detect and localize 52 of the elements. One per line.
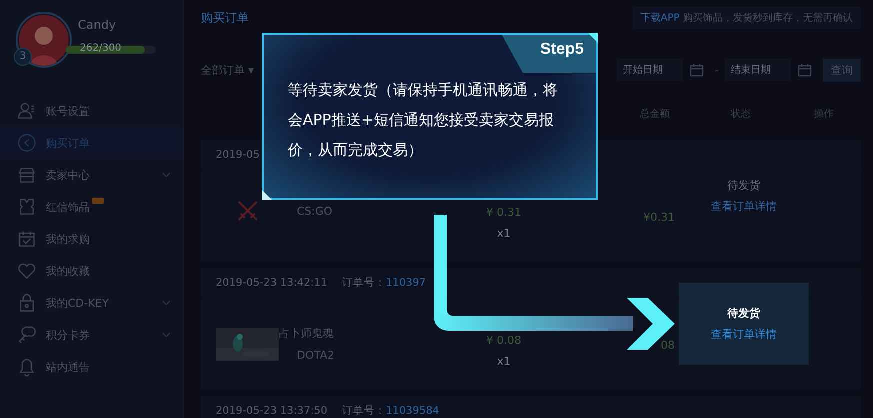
item-name: 占卜师鬼魂: [279, 326, 335, 341]
sidebar-item[interactable]: 我的求购: [0, 223, 183, 255]
download-link[interactable]: 下载APP: [640, 13, 680, 24]
lock-icon: [17, 293, 37, 313]
corner-marker-icon: [588, 33, 598, 43]
quantity: x1: [497, 355, 511, 368]
unit-price: ¥ 0.31: [486, 206, 522, 219]
order-number: 订单号：110397: [342, 276, 426, 290]
quantity: x1: [497, 227, 511, 240]
order-date: 2019-05: [216, 148, 260, 160]
level-badge: 3: [14, 48, 32, 66]
store-icon: [17, 165, 37, 185]
user-name: Candy: [78, 18, 118, 32]
sidebar-item[interactable]: 我的CD-KEY: [0, 287, 183, 319]
sidebar-item[interactable]: 购买订单: [0, 127, 183, 159]
end-date-field[interactable]: 结束日期: [725, 59, 791, 81]
sidebar-item[interactable]: 站内通告: [0, 351, 183, 383]
game-name: DOTA2: [296, 349, 336, 362]
crossed-swords-icon: [236, 199, 260, 223]
key-icon: [17, 325, 37, 345]
order-detail-link[interactable]: 查看订单详情: [711, 327, 777, 342]
calendar-check-icon: [17, 229, 37, 249]
game-name: CS:GO: [296, 204, 334, 218]
order-date: 2019-05-23 13:37:50: [216, 404, 328, 416]
user-icon: [17, 101, 37, 121]
calendar-icon: [690, 63, 704, 77]
sidebar-item[interactable]: 账号设置: [0, 95, 183, 127]
bell-icon: [17, 357, 37, 377]
exp-text: 262/300: [80, 43, 122, 55]
order-status: 待发货: [728, 178, 760, 193]
order-detail-link[interactable]: 查看订单详情: [711, 199, 777, 214]
date-separator: -: [715, 64, 719, 76]
heart-icon: [17, 261, 37, 281]
sidebar-item[interactable]: 积分卡券: [0, 319, 183, 351]
total-price: ¥0.31: [644, 211, 675, 224]
sidebar-item[interactable]: 我的收藏: [0, 255, 183, 287]
status-dropdown[interactable]: 全部订单 ▾: [201, 62, 254, 78]
page-title: 购买订单: [201, 10, 249, 26]
corner-marker-icon: [262, 190, 272, 200]
notice-text: 下载APP 购买饰品，发货秒到库存，无需再确认: [632, 7, 861, 29]
order-number: 订单号：11039584: [342, 404, 440, 418]
step-label: Step5: [540, 41, 584, 59]
sidebar-item[interactable]: 卖家中心: [0, 159, 183, 191]
calendar-icon: [798, 63, 812, 77]
unit-price: ¥ 0.08: [486, 334, 522, 347]
frame-icon: [17, 197, 37, 217]
sidebar-item[interactable]: 红信饰品: [0, 191, 183, 223]
order-date: 2019-05-23 13:42:11: [216, 276, 328, 288]
order-status: 待发货: [728, 306, 760, 321]
start-date-field[interactable]: 开始日期: [617, 59, 684, 81]
total-price: 08: [661, 339, 675, 352]
tutorial-text: 等待卖家发货（请保持手机通讯畅通，将会APP推送+短信通知您接受卖家交易报价，从而完成交易）: [288, 80, 558, 161]
